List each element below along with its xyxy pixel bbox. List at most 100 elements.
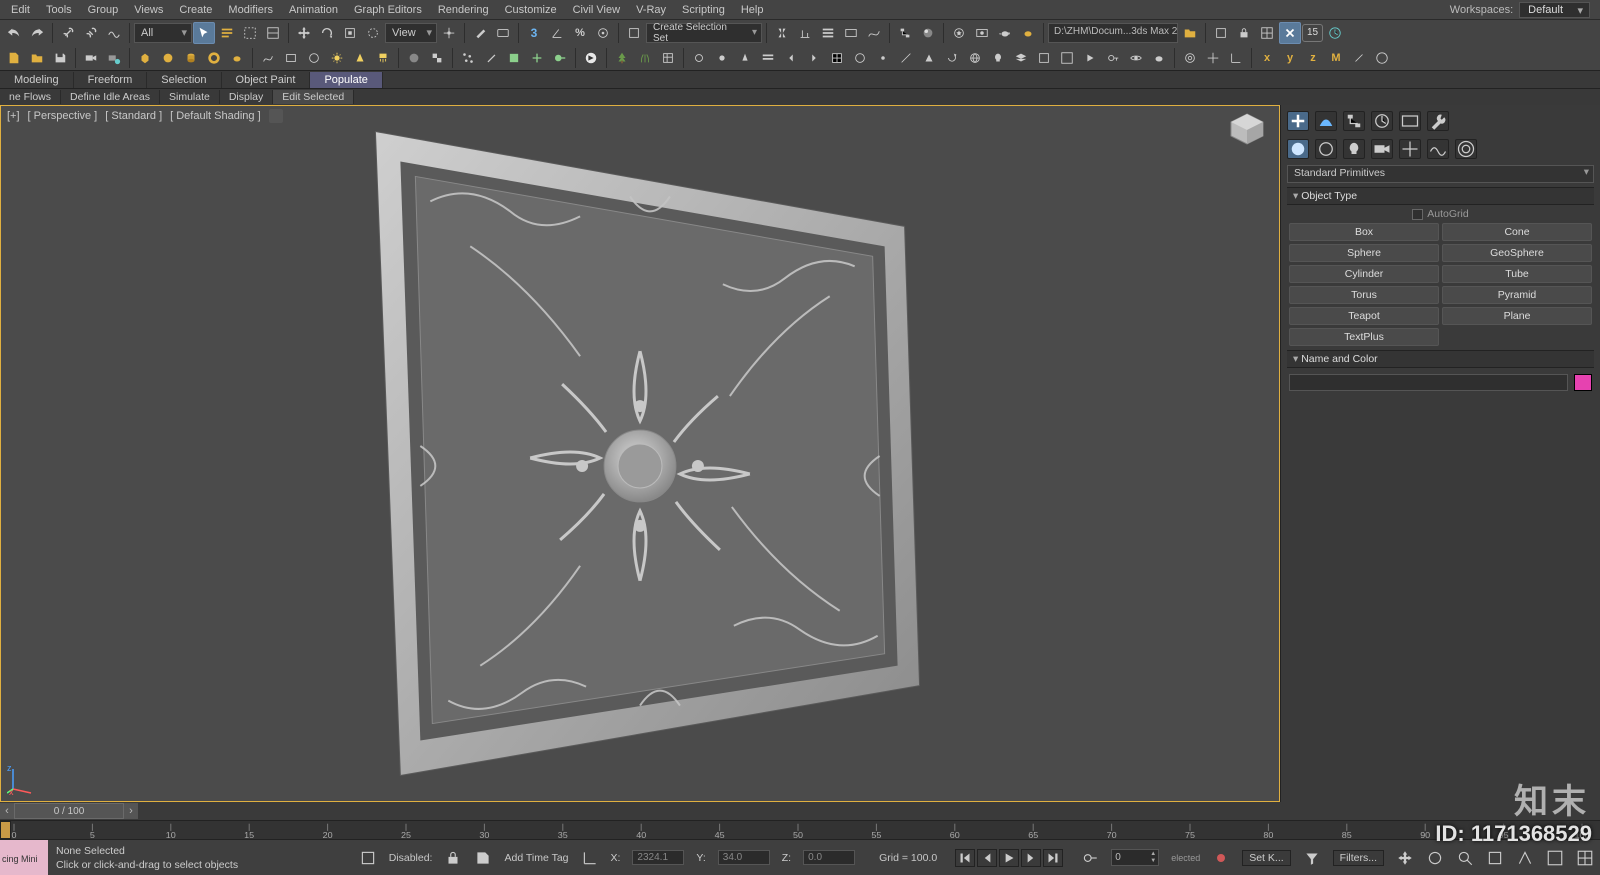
ribbon-tab-objectpaint[interactable]: Object Paint xyxy=(222,72,311,88)
grid-icon[interactable] xyxy=(826,47,848,69)
menu-scripting[interactable]: Scripting xyxy=(675,2,732,18)
viewport-canvas[interactable] xyxy=(1,106,1279,801)
add-time-tag[interactable]: Add Time Tag xyxy=(504,852,568,864)
eye-icon[interactable] xyxy=(1125,47,1147,69)
ribbon-tab-freeform[interactable]: Freeform xyxy=(74,72,148,88)
menu-help[interactable]: Help xyxy=(734,2,771,18)
filters-button[interactable]: Filters... xyxy=(1333,850,1384,866)
menu-vray[interactable]: V-Ray xyxy=(629,2,673,18)
vray-ies-icon[interactable] xyxy=(734,47,756,69)
sub-lights-icon[interactable] xyxy=(1343,139,1365,159)
spinner-snap-icon[interactable] xyxy=(592,22,614,44)
tab-display-icon[interactable] xyxy=(1399,111,1421,131)
prim-cylinder[interactable]: Cylinder xyxy=(1289,265,1439,283)
helper-dummy-icon[interactable] xyxy=(503,47,525,69)
menu-modifiers[interactable]: Modifiers xyxy=(221,2,280,18)
bone-icon[interactable] xyxy=(480,47,502,69)
axis-toggle-icon[interactable] xyxy=(1225,47,1247,69)
prim-sphere[interactable]: Sphere xyxy=(1289,244,1439,262)
prim-pyramid[interactable]: Pyramid xyxy=(1442,286,1592,304)
prim-torus[interactable]: Torus xyxy=(1289,286,1439,304)
layer-explorer-icon[interactable] xyxy=(817,22,839,44)
time-tag-icon[interactable] xyxy=(474,849,492,867)
open-file-icon[interactable] xyxy=(26,47,48,69)
viewcube-icon[interactable] xyxy=(1227,112,1267,146)
circle-shape-icon[interactable] xyxy=(303,47,325,69)
vp-plus[interactable]: [+] xyxy=(7,110,20,122)
project-path-field[interactable]: D:\ZHM\Docum...3ds Max 202 xyxy=(1048,23,1178,43)
ribbon-tab-populate[interactable]: Populate xyxy=(310,72,382,88)
vp-shading[interactable]: [ Default Shading ] xyxy=(170,110,261,122)
sun-light-icon[interactable] xyxy=(326,47,348,69)
mirror-icon[interactable] xyxy=(771,22,793,44)
ribbon-sub-flows[interactable]: ne Flows xyxy=(0,90,61,104)
next-frame-icon[interactable] xyxy=(1021,849,1041,867)
clock-icon[interactable] xyxy=(1324,22,1346,44)
vray-light-icon[interactable] xyxy=(688,47,710,69)
set-key-button[interactable]: Set K... xyxy=(1242,850,1290,866)
tab-hierarchy-icon[interactable] xyxy=(1343,111,1365,131)
particle-icon[interactable] xyxy=(457,47,479,69)
area-light-icon[interactable] xyxy=(372,47,394,69)
menu-animation[interactable]: Animation xyxy=(282,2,345,18)
prim-tube[interactable]: Tube xyxy=(1442,265,1592,283)
frame-zero-marker[interactable] xyxy=(0,821,11,839)
play-icon[interactable] xyxy=(999,849,1019,867)
axis-y-icon[interactable]: y xyxy=(1279,47,1301,69)
unlink-icon[interactable] xyxy=(80,22,102,44)
track-bar[interactable]: 0510152025303540455055606570758085909510… xyxy=(0,820,1600,840)
viewport-perspective[interactable]: [+] [ Perspective ] [ Standard ] [ Defau… xyxy=(0,105,1280,802)
selection-lock-status-icon[interactable] xyxy=(444,849,462,867)
ribbon-sub-editselected[interactable]: Edit Selected xyxy=(273,90,354,104)
nav-zoom-ext-icon[interactable] xyxy=(1546,849,1564,867)
vray-render-icon[interactable] xyxy=(580,47,602,69)
helper-point-icon[interactable] xyxy=(526,47,548,69)
object-name-input[interactable] xyxy=(1289,374,1568,391)
prim-teapot[interactable]: Teapot xyxy=(1289,307,1439,325)
create-selection-set-dropdown[interactable]: Create Selection Set xyxy=(646,23,762,43)
ribbon-tab-modeling[interactable]: Modeling xyxy=(0,72,74,88)
redo-icon[interactable] xyxy=(26,22,48,44)
time-next-icon[interactable]: › xyxy=(124,803,138,819)
prim-box[interactable]: Box xyxy=(1289,223,1439,241)
menu-tools[interactable]: Tools xyxy=(39,2,79,18)
wand-icon[interactable] xyxy=(1348,47,1370,69)
teapot-preview-icon[interactable] xyxy=(994,22,1016,44)
time-prev-icon[interactable]: ‹ xyxy=(0,803,14,819)
nav-zoom-all-icon[interactable] xyxy=(1486,849,1504,867)
grass-icon[interactable] xyxy=(634,47,656,69)
bind-spacewarp-icon[interactable] xyxy=(103,22,125,44)
align-icon[interactable] xyxy=(794,22,816,44)
teapot-primitive-icon[interactable] xyxy=(226,47,248,69)
frame-sel-icon[interactable] xyxy=(1033,47,1055,69)
current-frame-spinner[interactable]: ▲▼ xyxy=(1111,849,1159,866)
camera-match-icon[interactable] xyxy=(103,47,125,69)
info-icon[interactable] xyxy=(1371,47,1393,69)
rollout-name-color[interactable]: Name and Color xyxy=(1287,350,1594,368)
snap-vertex-icon[interactable] xyxy=(872,47,894,69)
time-slider-thumb[interactable]: 0 / 100 xyxy=(14,803,124,819)
sub-spacewarps-icon[interactable] xyxy=(1427,139,1449,159)
teapot-render-icon[interactable] xyxy=(1017,22,1039,44)
box-primitive-icon[interactable] xyxy=(134,47,156,69)
curve-editor-icon[interactable] xyxy=(863,22,885,44)
spot-light-icon[interactable] xyxy=(349,47,371,69)
time-slider[interactable]: ‹ 0 / 100 › xyxy=(0,802,1280,820)
sub-systems-icon[interactable] xyxy=(1455,139,1477,159)
key-filters-icon[interactable] xyxy=(1303,849,1321,867)
undo-icon[interactable] xyxy=(3,22,25,44)
percent-snap-icon[interactable]: % xyxy=(569,22,591,44)
tree-icon[interactable] xyxy=(611,47,633,69)
arrow-left-icon[interactable] xyxy=(780,47,802,69)
ribbon-sub-display[interactable]: Display xyxy=(220,90,273,104)
tab-utilities-icon[interactable] xyxy=(1427,111,1449,131)
nav-zoom-icon[interactable] xyxy=(1456,849,1474,867)
menu-rendering[interactable]: Rendering xyxy=(431,2,496,18)
selection-lock-icon[interactable] xyxy=(1233,22,1255,44)
object-color-swatch[interactable] xyxy=(1574,374,1592,391)
schematic-view-icon[interactable] xyxy=(894,22,916,44)
coord-sys-icon[interactable] xyxy=(581,849,599,867)
asset-library-icon[interactable] xyxy=(657,47,679,69)
sphere-primitive-icon[interactable] xyxy=(157,47,179,69)
placement-icon[interactable] xyxy=(362,22,384,44)
